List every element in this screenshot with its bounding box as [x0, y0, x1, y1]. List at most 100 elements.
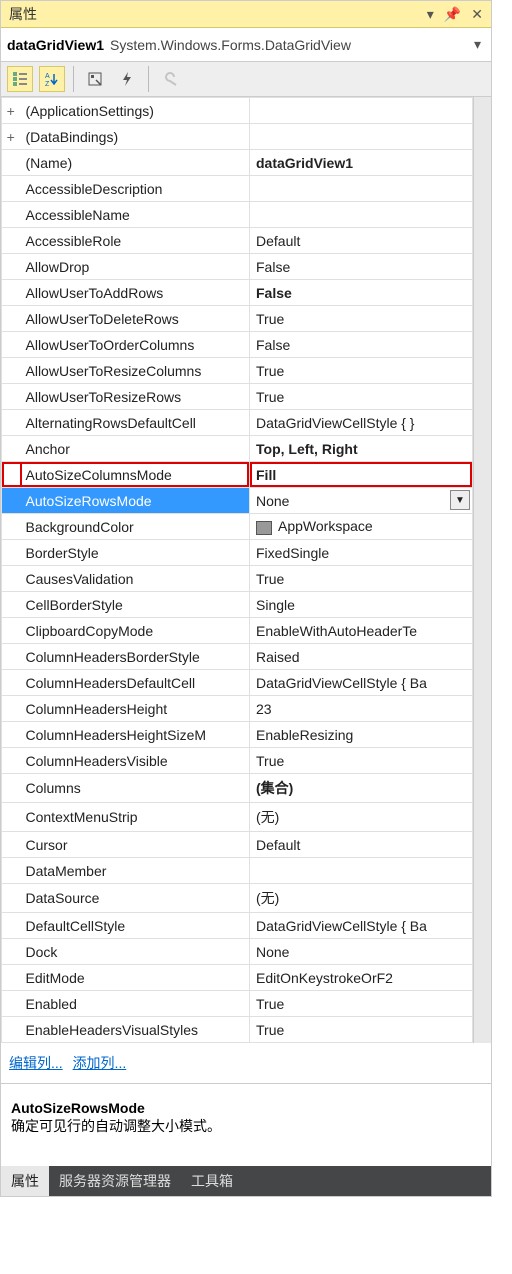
- property-value[interactable]: True: [250, 991, 473, 1017]
- property-name[interactable]: ContextMenuStrip: [20, 803, 250, 832]
- expand-icon[interactable]: +: [2, 124, 20, 150]
- property-row[interactable]: AlternatingRowsDefaultCellDataGridViewCe…: [2, 410, 473, 436]
- property-row[interactable]: CausesValidationTrue: [2, 566, 473, 592]
- property-value[interactable]: True: [250, 748, 473, 774]
- property-value[interactable]: AppWorkspace: [250, 514, 473, 540]
- chevron-down-icon[interactable]: ▾: [474, 36, 481, 53]
- property-row[interactable]: ColumnHeadersHeight23: [2, 696, 473, 722]
- property-value[interactable]: None▼: [250, 488, 473, 514]
- property-value[interactable]: [250, 202, 473, 228]
- property-value[interactable]: (无): [250, 803, 473, 832]
- property-row[interactable]: EnabledTrue: [2, 991, 473, 1017]
- property-value[interactable]: FixedSingle: [250, 540, 473, 566]
- pin-icon[interactable]: 📌: [444, 6, 461, 23]
- property-name[interactable]: AutoSizeColumnsMode: [20, 462, 250, 488]
- property-row[interactable]: ColumnHeadersDefaultCellDataGridViewCell…: [2, 670, 473, 696]
- property-name[interactable]: ColumnHeadersHeight: [20, 696, 250, 722]
- property-row[interactable]: Columns(集合): [2, 774, 473, 803]
- dropdown-button[interactable]: ▼: [450, 490, 470, 510]
- property-value[interactable]: False: [250, 332, 473, 358]
- property-name[interactable]: Anchor: [20, 436, 250, 462]
- property-row[interactable]: +(ApplicationSettings): [2, 98, 473, 124]
- property-value[interactable]: None: [250, 939, 473, 965]
- property-name[interactable]: (Name): [20, 150, 250, 176]
- dropdown-icon[interactable]: ▾: [427, 6, 434, 23]
- property-row[interactable]: EnableHeadersVisualStylesTrue: [2, 1017, 473, 1043]
- property-name[interactable]: EnableHeadersVisualStyles: [20, 1017, 250, 1043]
- property-row[interactable]: CursorDefault: [2, 832, 473, 858]
- events-button[interactable]: [114, 66, 140, 92]
- property-row[interactable]: AllowUserToResizeColumnsTrue: [2, 358, 473, 384]
- property-value[interactable]: False: [250, 280, 473, 306]
- property-name[interactable]: Dock: [20, 939, 250, 965]
- property-value[interactable]: True: [250, 358, 473, 384]
- property-value[interactable]: DataGridViewCellStyle { Ba: [250, 670, 473, 696]
- property-row[interactable]: AllowUserToAddRowsFalse: [2, 280, 473, 306]
- property-value[interactable]: [250, 98, 473, 124]
- alphabetical-button[interactable]: AZ: [39, 66, 65, 92]
- property-row[interactable]: ColumnHeadersBorderStyleRaised: [2, 644, 473, 670]
- property-value[interactable]: [250, 176, 473, 202]
- property-value[interactable]: [250, 858, 473, 884]
- property-row[interactable]: +(DataBindings): [2, 124, 473, 150]
- property-name[interactable]: AutoSizeRowsMode: [20, 488, 250, 514]
- property-name[interactable]: EditMode: [20, 965, 250, 991]
- property-name[interactable]: (ApplicationSettings): [20, 98, 250, 124]
- property-name[interactable]: ColumnHeadersDefaultCell: [20, 670, 250, 696]
- property-name[interactable]: AlternatingRowsDefaultCell: [20, 410, 250, 436]
- property-value[interactable]: Single: [250, 592, 473, 618]
- property-name[interactable]: AccessibleRole: [20, 228, 250, 254]
- property-row[interactable]: BorderStyleFixedSingle: [2, 540, 473, 566]
- tab-properties[interactable]: 属性: [1, 1166, 49, 1196]
- property-name[interactable]: AllowUserToResizeColumns: [20, 358, 250, 384]
- property-row[interactable]: ColumnHeadersHeightSizeMEnableResizing: [2, 722, 473, 748]
- property-value[interactable]: EnableWithAutoHeaderTe: [250, 618, 473, 644]
- properties-button[interactable]: [82, 66, 108, 92]
- property-value[interactable]: [250, 124, 473, 150]
- property-name[interactable]: Columns: [20, 774, 250, 803]
- property-value[interactable]: Fill: [250, 462, 473, 488]
- property-row[interactable]: AllowUserToResizeRowsTrue: [2, 384, 473, 410]
- property-value[interactable]: (集合): [250, 774, 473, 803]
- property-name[interactable]: ColumnHeadersHeightSizeM: [20, 722, 250, 748]
- property-row[interactable]: AllowUserToOrderColumnsFalse: [2, 332, 473, 358]
- property-name[interactable]: AccessibleName: [20, 202, 250, 228]
- property-row[interactable]: AllowUserToDeleteRowsTrue: [2, 306, 473, 332]
- property-name[interactable]: AllowUserToResizeRows: [20, 384, 250, 410]
- property-row[interactable]: ColumnHeadersVisibleTrue: [2, 748, 473, 774]
- property-value[interactable]: Default: [250, 832, 473, 858]
- property-value[interactable]: EnableResizing: [250, 722, 473, 748]
- property-value[interactable]: True: [250, 306, 473, 332]
- property-row[interactable]: AccessibleRoleDefault: [2, 228, 473, 254]
- property-name[interactable]: Cursor: [20, 832, 250, 858]
- property-row[interactable]: AutoSizeColumnsModeFill: [2, 462, 473, 488]
- property-name[interactable]: (DataBindings): [20, 124, 250, 150]
- property-name[interactable]: AllowUserToDeleteRows: [20, 306, 250, 332]
- property-name[interactable]: AllowUserToOrderColumns: [20, 332, 250, 358]
- property-row[interactable]: DataSource(无): [2, 884, 473, 913]
- property-name[interactable]: Enabled: [20, 991, 250, 1017]
- property-name[interactable]: CellBorderStyle: [20, 592, 250, 618]
- property-row[interactable]: DefaultCellStyleDataGridViewCellStyle { …: [2, 913, 473, 939]
- property-name[interactable]: AllowDrop: [20, 254, 250, 280]
- tab-toolbox[interactable]: 工具箱: [181, 1166, 243, 1196]
- property-pages-button[interactable]: [157, 66, 183, 92]
- property-value[interactable]: True: [250, 384, 473, 410]
- property-row[interactable]: AutoSizeRowsModeNone▼: [2, 488, 473, 514]
- property-row[interactable]: AccessibleName: [2, 202, 473, 228]
- tab-server-explorer[interactable]: 服务器资源管理器: [49, 1166, 181, 1196]
- property-value[interactable]: (无): [250, 884, 473, 913]
- expand-icon[interactable]: +: [2, 98, 20, 124]
- property-value[interactable]: True: [250, 1017, 473, 1043]
- property-row[interactable]: (Name)dataGridView1: [2, 150, 473, 176]
- property-value[interactable]: True: [250, 566, 473, 592]
- vertical-scrollbar[interactable]: [473, 97, 491, 1043]
- property-row[interactable]: ClipboardCopyModeEnableWithAutoHeaderTe: [2, 618, 473, 644]
- property-name[interactable]: AllowUserToAddRows: [20, 280, 250, 306]
- property-name[interactable]: BorderStyle: [20, 540, 250, 566]
- property-grid[interactable]: +(ApplicationSettings)+(DataBindings)(Na…: [1, 97, 473, 1043]
- property-value[interactable]: Default: [250, 228, 473, 254]
- property-row[interactable]: DataMember: [2, 858, 473, 884]
- property-row[interactable]: BackgroundColorAppWorkspace: [2, 514, 473, 540]
- property-row[interactable]: AccessibleDescription: [2, 176, 473, 202]
